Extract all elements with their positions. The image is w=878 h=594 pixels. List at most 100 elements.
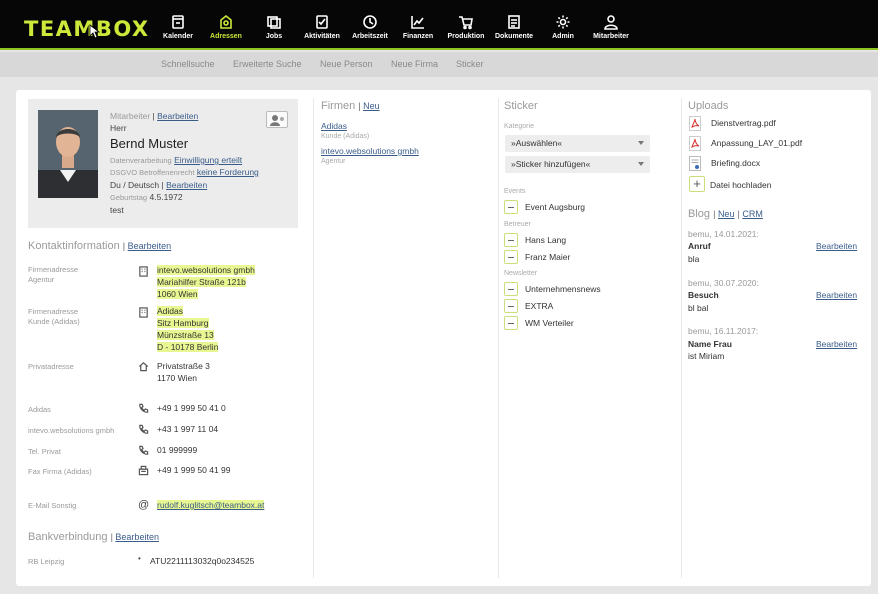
building-icon bbox=[138, 266, 150, 278]
data-processing-link[interactable]: Einwilligung erteilt bbox=[174, 155, 242, 165]
blog-entry-date: bemu, 14.01.2021: bbox=[688, 229, 759, 239]
gear-icon bbox=[537, 14, 589, 32]
sticker-group-events: Events bbox=[504, 188, 526, 195]
blog-entry-edit-link[interactable]: Bearbeiten bbox=[816, 241, 857, 251]
nav-adressen[interactable]: Adressen bbox=[200, 14, 252, 40]
remove-sticker-button[interactable] bbox=[504, 282, 518, 296]
profile-name: Bernd Muster bbox=[110, 136, 189, 151]
teambox-logo[interactable]: TEAMBOX bbox=[24, 17, 150, 41]
gdpr-link[interactable]: keine Forderung bbox=[197, 167, 259, 177]
blog-section-title: Blog | Neu | CRM bbox=[688, 208, 763, 220]
profile-edit-link[interactable]: Bearbeiten bbox=[157, 111, 198, 121]
activity-icon bbox=[296, 14, 348, 32]
upload-plus-button[interactable]: + bbox=[689, 176, 705, 192]
phone-adidas[interactable]: +49 1 999 50 41 0 bbox=[157, 402, 226, 414]
sticker-section-title: Sticker bbox=[504, 100, 538, 112]
company-address-1: intevo.websolutions gmbh Mariahilfer Str… bbox=[157, 265, 255, 299]
column-divider bbox=[681, 98, 682, 578]
subnav-sticker[interactable]: Sticker bbox=[456, 59, 484, 69]
phone-label-intevo: intevo.websolutions gmbh bbox=[28, 426, 115, 435]
jobs-icon bbox=[248, 14, 300, 32]
vcard-icon[interactable] bbox=[266, 111, 288, 128]
nav-arbeitszeit[interactable]: Arbeitszeit bbox=[344, 14, 396, 40]
firma-link-adidas[interactable]: Adidas bbox=[321, 121, 347, 131]
phone-intevo[interactable]: +43 1 997 11 04 bbox=[157, 423, 218, 435]
subnav-neue-person[interactable]: Neue Person bbox=[320, 59, 373, 69]
building-icon bbox=[138, 307, 150, 319]
remove-sticker-button[interactable] bbox=[504, 200, 518, 214]
column-divider bbox=[498, 98, 499, 578]
blog-entry-title: Besuch bbox=[688, 290, 719, 300]
language-edit-link[interactable]: Bearbeiten bbox=[166, 180, 207, 190]
blog-entry-edit-link[interactable]: Bearbeiten bbox=[816, 339, 857, 349]
sub-navigation: Schnellsuche Erweiterte Suche Neue Perso… bbox=[0, 52, 878, 77]
firmen-section-title: Firmen | Neu bbox=[321, 100, 380, 112]
blog-entry-edit-link[interactable]: Bearbeiten bbox=[816, 290, 857, 300]
email-value[interactable]: rudolf.kuglitsch@teambox.at bbox=[157, 499, 265, 511]
phone-private[interactable]: 01 999999 bbox=[157, 444, 197, 456]
pdf-file-icon bbox=[689, 116, 701, 131]
birthday-value: 4.5.1972 bbox=[149, 192, 183, 202]
bank-section-title: Bankverbindung | Bearbeiten bbox=[28, 531, 159, 543]
phone-icon bbox=[138, 424, 150, 436]
blog-new-link[interactable]: Neu bbox=[718, 209, 735, 219]
fax-icon bbox=[138, 465, 150, 477]
remove-sticker-button[interactable] bbox=[504, 316, 518, 330]
top-navigation-bar: TEAMBOX Kalender Adressen Jobs Aktivität… bbox=[0, 0, 878, 50]
bank-edit-link[interactable]: Bearbeiten bbox=[115, 532, 159, 542]
nav-jobs[interactable]: Jobs bbox=[248, 14, 300, 40]
nav-dokumente[interactable]: Dokumente bbox=[488, 14, 540, 40]
remove-sticker-button[interactable] bbox=[504, 299, 518, 313]
sticker-group-betreuer: Betreuer bbox=[504, 221, 531, 228]
nav-produktion[interactable]: Produktion bbox=[440, 14, 492, 40]
subnav-neue-firma[interactable]: Neue Firma bbox=[391, 59, 438, 69]
blog-entry-title: Anruf bbox=[688, 241, 711, 251]
bank-label: RB Leipzig bbox=[28, 557, 65, 566]
address-book-icon bbox=[200, 14, 252, 32]
pdf-file-icon bbox=[689, 136, 701, 151]
column-divider bbox=[313, 98, 314, 578]
nav-finanzen[interactable]: Finanzen bbox=[392, 14, 444, 40]
company-address-label-2: Firmenadresse Kunde (Adidas) bbox=[28, 307, 80, 326]
bullet-icon: • bbox=[138, 554, 141, 563]
chevron-down-icon bbox=[638, 141, 644, 145]
nav-admin[interactable]: Admin bbox=[537, 14, 589, 40]
blog-entry-text: bl bal bbox=[688, 303, 709, 313]
fax-adidas[interactable]: +49 1 999 50 41 99 bbox=[157, 464, 231, 476]
blog-crm-link[interactable]: CRM bbox=[742, 209, 763, 219]
profile-language: Du / Deutsch | bbox=[110, 180, 164, 190]
subnav-schnellsuche[interactable]: Schnellsuche bbox=[161, 59, 215, 69]
private-address-label: Privatadresse bbox=[28, 362, 74, 371]
contact-edit-link[interactable]: Bearbeiten bbox=[128, 241, 172, 251]
nav-kalender[interactable]: Kalender bbox=[152, 14, 204, 40]
main-panel: Mitarbeiter | Bearbeiten Herr Bernd Must… bbox=[16, 90, 871, 586]
gdpr-label: DSGVO Betroffenenrecht bbox=[110, 168, 195, 177]
blog-entry-title: Name Frau bbox=[688, 339, 732, 349]
company-address-label-1: Firmenadresse Agentur bbox=[28, 265, 79, 284]
phone-icon bbox=[138, 403, 150, 415]
phone-label-adidas: Adidas bbox=[28, 405, 51, 414]
bank-value: ATU2211113032q0o234525 bbox=[150, 556, 255, 566]
subnav-erweiterte-suche[interactable]: Erweiterte Suche bbox=[233, 59, 302, 69]
clock-icon bbox=[344, 14, 396, 32]
uploads-section-title: Uploads bbox=[688, 100, 729, 112]
firma-link-intevo[interactable]: intevo.websolutions gmbh bbox=[321, 146, 419, 156]
documents-icon bbox=[488, 14, 540, 32]
home-icon bbox=[138, 361, 150, 373]
company-address-2: Adidas Sitz Hamburg Münzstraße 13 D - 10… bbox=[157, 306, 219, 352]
sticker-add-select[interactable]: »Sticker hinzufügen« bbox=[505, 156, 650, 173]
mouse-cursor-icon bbox=[89, 24, 101, 39]
nav-mitarbeiter[interactable]: Mitarbeiter bbox=[585, 14, 637, 40]
profile-salutation: Herr bbox=[110, 123, 127, 133]
category-select[interactable]: »Auswählen« bbox=[505, 135, 650, 152]
nav-aktivitaeten[interactable]: Aktivitäten bbox=[296, 14, 348, 40]
firmen-new-link[interactable]: Neu bbox=[363, 101, 380, 111]
remove-sticker-button[interactable] bbox=[504, 250, 518, 264]
chart-icon bbox=[392, 14, 444, 32]
blog-entry-text: bla bbox=[688, 254, 700, 264]
phone-icon bbox=[138, 445, 150, 457]
remove-sticker-button[interactable] bbox=[504, 233, 518, 247]
cart-icon bbox=[440, 14, 492, 32]
data-processing-label: Datenverarbeitung bbox=[110, 156, 172, 165]
upload-file-label[interactable]: Datei hochladen bbox=[710, 180, 771, 190]
